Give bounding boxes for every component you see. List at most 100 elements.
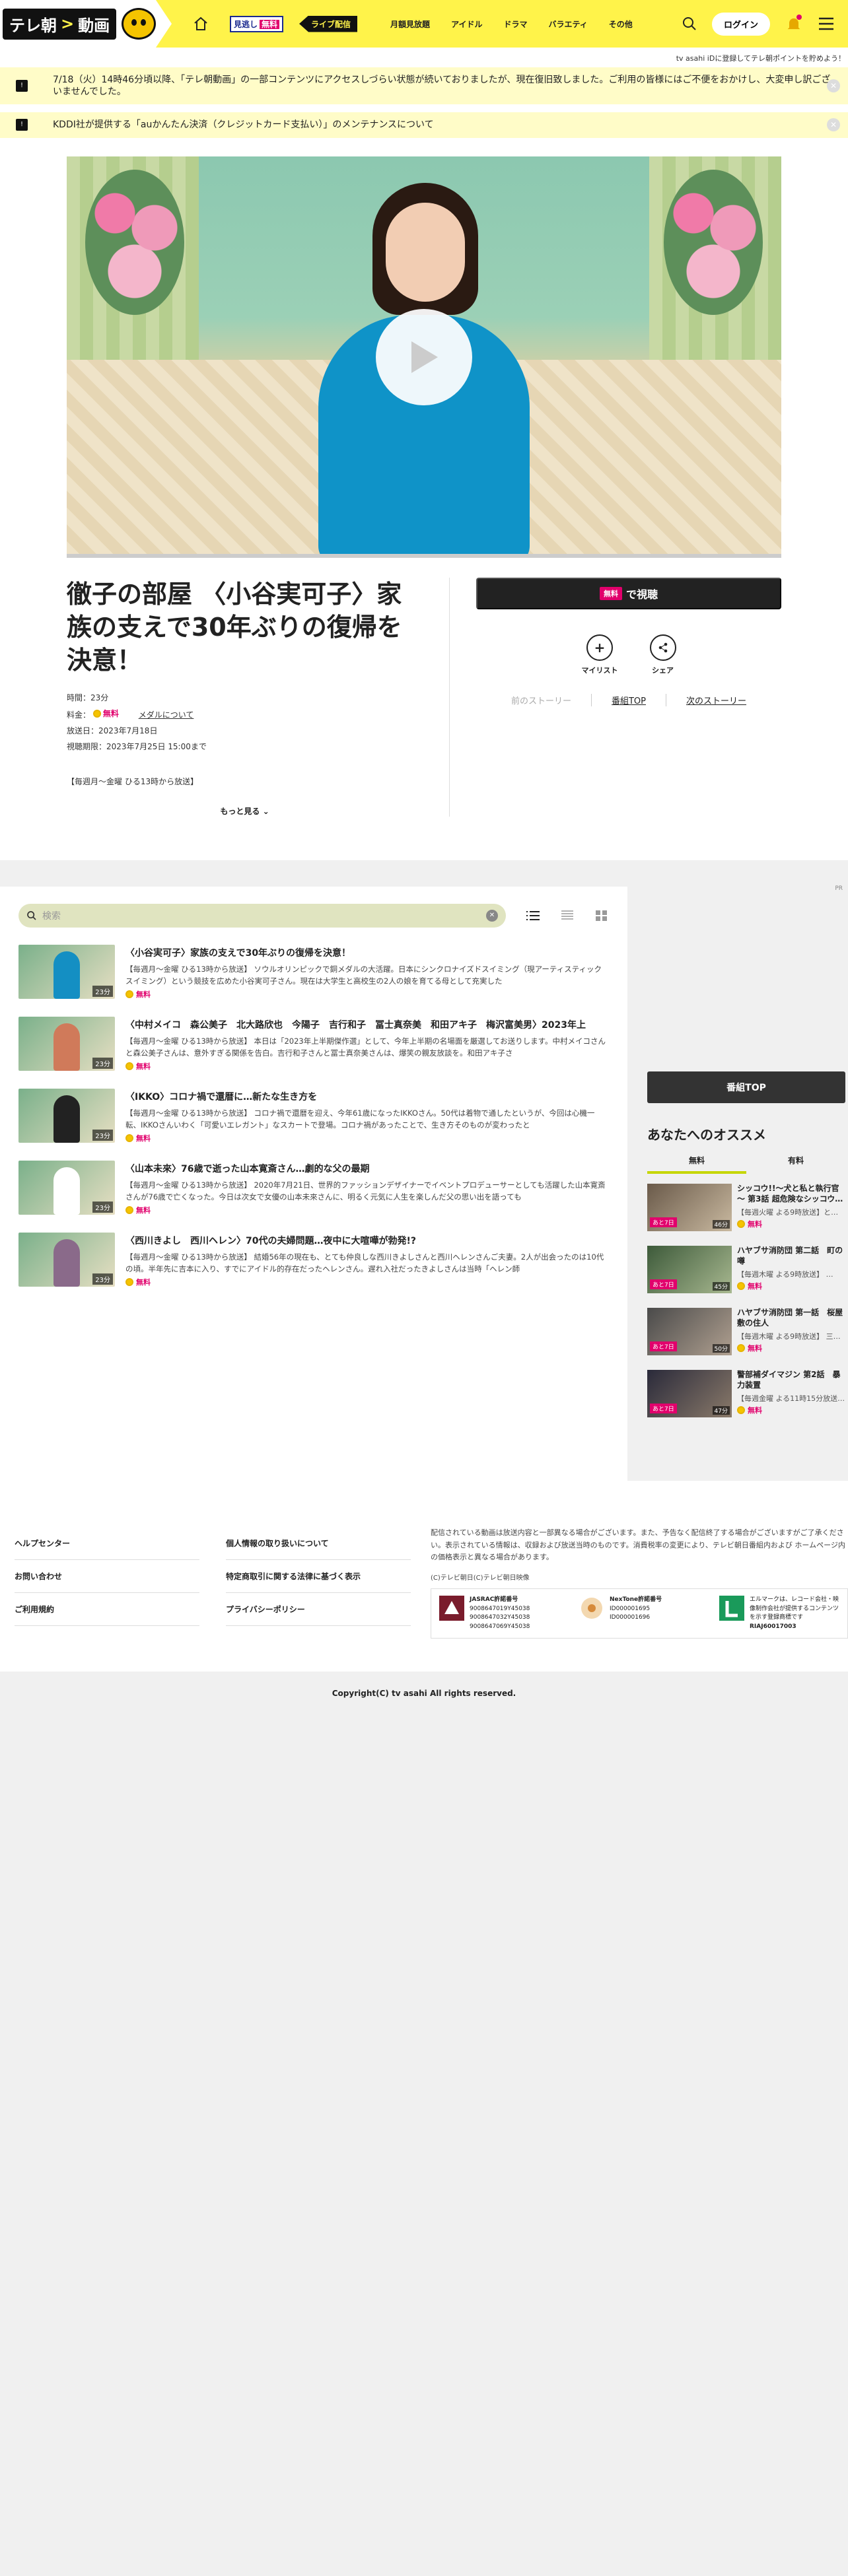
sidebar-program-top-button[interactable]: 番組TOP: [647, 1071, 845, 1104]
more-button[interactable]: もっと見る ⌄: [67, 805, 423, 817]
free-label: 無料: [748, 1406, 762, 1415]
program-top-link[interactable]: 番組TOP: [592, 693, 666, 706]
video-player[interactable]: [67, 156, 781, 558]
prev-story-link: 前のストーリー: [491, 693, 592, 706]
footer-help-link[interactable]: ヘルプセンター: [15, 1527, 199, 1561]
episode-item[interactable]: 23分 〈中村メイコ 森公美子 北大路欣也 今陽子 吉行和子 冨士真奈美 和田ア…: [18, 1017, 609, 1071]
program-info: 徹子の部屋 〈小谷実可子〉家族の支えで30年ぶりの復帰を決意！ 時間：23分 料…: [67, 558, 781, 817]
episode-thumbnail: 23分: [18, 1233, 115, 1287]
coin-icon: [737, 1282, 745, 1291]
search-icon: [27, 911, 36, 920]
coin-icon: [125, 990, 133, 999]
mylist-button[interactable]: + マイリスト: [582, 634, 618, 675]
clear-icon[interactable]: ✕: [486, 910, 498, 922]
episode-desc: 【毎週月～金曜 ひる13時から放送】 本日は「2023年上半期傑作選」として、今…: [125, 1036, 606, 1058]
episode-thumbnail: 23分: [18, 1089, 115, 1143]
recommend-thumbnail: あと7日 50分: [647, 1308, 732, 1356]
tab-free[interactable]: 無料: [647, 1151, 746, 1174]
free-label: 無料: [136, 1062, 151, 1071]
more-label: もっと見る: [220, 807, 260, 817]
footer-copy-small: (C)テレビ朝日(C)テレビ朝日映像: [431, 1575, 530, 1582]
close-icon[interactable]: ✕: [827, 118, 840, 132]
days-left-badge: あと7日: [650, 1217, 677, 1228]
episode-item[interactable]: 23分 〈IKKO〉コロナ禍で還暦に…新たな生き方を 【毎週月～金曜 ひる13時か…: [18, 1089, 609, 1143]
footer-info: 配信されている動画は放送内容と一部異なる場合がございます。また、予告なく配信終了…: [431, 1527, 848, 1639]
nav-drama[interactable]: ドラマ: [503, 18, 527, 30]
coin-icon: [125, 1062, 133, 1071]
episode-duration: 23分: [92, 1202, 113, 1213]
episode-desc: 【毎週月～金曜 ひる13時から放送】 ソウルオリンピックで銅メダルの大活躍。日本…: [125, 965, 602, 986]
recommend-item[interactable]: あと7日 46分 シッコウ!!～犬と私と執行官～ 第3話 超危険なシッコウ… 【毎週…: [647, 1184, 845, 1246]
nav-other[interactable]: その他: [609, 18, 633, 30]
login-button[interactable]: ログイン: [711, 12, 770, 36]
watch-button[interactable]: 無料 で視聴: [476, 577, 781, 609]
episode-free-badge: 無料: [125, 1133, 609, 1143]
nav-subscription[interactable]: 月額見放題: [390, 18, 430, 30]
home-icon[interactable]: [188, 16, 214, 32]
nav-variety[interactable]: バラエティ: [548, 18, 587, 30]
tab-paid[interactable]: 有料: [746, 1151, 845, 1174]
video-progress[interactable]: [67, 553, 781, 558]
search-icon[interactable]: [682, 16, 697, 32]
recommend-item[interactable]: あと7日 47分 警部補ダイマジン 第2話 暴力装置 【毎週金曜 よる11時15分放…: [647, 1370, 845, 1432]
episode-search[interactable]: 検索 ✕: [18, 904, 506, 928]
lmark-number: RIAJ60017003: [750, 1623, 796, 1630]
footer-commerce-law-link[interactable]: 特定商取引に関する法律に基づく表示: [226, 1560, 411, 1594]
jasrac-logo-icon: [439, 1596, 464, 1621]
share-button[interactable]: シェア: [649, 634, 676, 675]
site-logo[interactable]: テレ朝 > 動画: [0, 0, 172, 48]
episode-title: 〈西川きよし 西川ヘレン〉70代の夫婦問題…夜中に大喧嘩が勃発!?: [125, 1236, 416, 1247]
main-nav: 月額見放題 アイドル ドラマ バラエティ その他: [390, 18, 633, 30]
price-label: 料金：: [67, 710, 91, 720]
header-subnote[interactable]: tv asahi iDに登録してテレ朝ポイントを貯めよう！: [0, 48, 848, 67]
episode-thumbnail: 23分: [18, 1161, 115, 1215]
episode-duration: 23分: [92, 1058, 113, 1069]
free-badge: 無料: [92, 706, 119, 722]
recommend-title-text: シッコウ!!～犬と私と執行官～ 第3話 超危険なシッコウ…: [737, 1184, 843, 1203]
license-box: JASRAC許諾番号 9008647019Y45038 9008647032Y45…: [431, 1588, 848, 1639]
compact-view-icon[interactable]: [560, 910, 575, 922]
episode-item[interactable]: 23分 〈小谷実可子〉家族の支えで30年ぶりの復帰を決意！ 【毎週月～金曜 ひる1…: [18, 945, 609, 1000]
recommend-sub: 【毎週金曜 よる11時15分放送…: [737, 1394, 845, 1404]
recommend-item[interactable]: あと7日 45分 ハヤブサ消防団 第二話 町の噂 【毎週木曜 よる9時放送】 … 無料: [647, 1246, 845, 1308]
site-header: テレ朝 > 動画 見逃し 無料 ライブ配信 月額見放題 アイドル ドラマ バラエテ…: [0, 0, 848, 48]
episode-item[interactable]: 23分 〈西川きよし 西川ヘレン〉70代の夫婦問題…夜中に大喧嘩が勃発!? 【毎週…: [18, 1233, 609, 1287]
recommend-title-text: ハヤブサ消防団 第二話 町の噂: [737, 1246, 843, 1266]
free-label: 無料: [748, 1282, 762, 1291]
notice-icon: !: [16, 80, 28, 92]
list-view-icon[interactable]: [526, 910, 540, 922]
program-title: 徹子の部屋 〈小谷実可子〉家族の支えで30年ぶりの復帰を決意！: [67, 579, 402, 675]
catchup-free-link[interactable]: 見逃し 無料: [230, 15, 284, 32]
close-icon[interactable]: ✕: [827, 79, 840, 93]
notice-bar-1[interactable]: ! 7/18（火）14時46分頃以降、「テレ朝動画」の一部コンテンツにアクセスし…: [0, 67, 848, 105]
footer-privacy-link[interactable]: プライバシーポリシー: [226, 1593, 411, 1627]
jasrac-name: JASRAC許諾番号: [470, 1596, 518, 1604]
play-button[interactable]: [376, 308, 472, 405]
nav-idol[interactable]: アイドル: [451, 18, 482, 30]
free-label: 無料: [136, 1206, 151, 1215]
notice-bar-2[interactable]: ! KDDI社が提供する「auかんたん決済（クレジットカード支払い）」のメンテナ…: [0, 112, 848, 138]
logo-main: テレ朝: [9, 16, 57, 35]
episode-item[interactable]: 23分 〈山本未來〉76歳で逝った山本寛斎さん…劇的な父の最期 【毎週月～金曜 ひ…: [18, 1161, 609, 1215]
program-actions: 無料 で視聴 + マイリスト シェア 前のストーリー 番組TOP 次のストーリー: [450, 577, 781, 817]
search-input[interactable]: 検索: [42, 909, 61, 922]
footer-personal-info-link[interactable]: 個人情報の取り扱いについて: [226, 1527, 411, 1561]
next-story-link[interactable]: 次のストーリー: [666, 694, 766, 706]
nextone-numbers: ID000001695 ID000001696: [610, 1605, 651, 1621]
lmark-text: エルマークは、レコード会社・映像制作会社が提供するコンテンツを示す登録商標です: [750, 1596, 839, 1621]
recommend-thumbnail: あと7日 46分: [647, 1184, 732, 1232]
medal-link[interactable]: メダルについて: [139, 710, 194, 720]
menu-icon[interactable]: [818, 17, 835, 31]
live-link[interactable]: ライブ配信: [299, 15, 358, 32]
deadline: 視聴期限：2023年7月25日 15:00まで: [67, 742, 207, 752]
list-toolbar: 検索 ✕: [18, 904, 609, 928]
footer-terms-link[interactable]: ご利用規約: [15, 1593, 199, 1627]
grid-view-icon[interactable]: [594, 910, 609, 922]
recommend-item[interactable]: あと7日 50分 ハヤブサ消防団 第一話 桜屋敷の住人 【毎週木曜 よる9時放送】 …: [647, 1308, 845, 1370]
jasrac-license: JASRAC許諾番号 9008647019Y45038 9008647032Y45…: [439, 1596, 559, 1631]
episode-section: 検索 ✕ 23分 〈小谷実可子〉家族の支えで30年ぶりの復帰を決意！ 【毎週月～金…: [0, 860, 848, 1481]
bell-icon[interactable]: [785, 15, 803, 33]
recommend-tabs: 無料 有料: [647, 1151, 845, 1174]
footer-contact-link[interactable]: お問い合わせ: [15, 1560, 199, 1594]
coin-icon: [737, 1220, 745, 1229]
